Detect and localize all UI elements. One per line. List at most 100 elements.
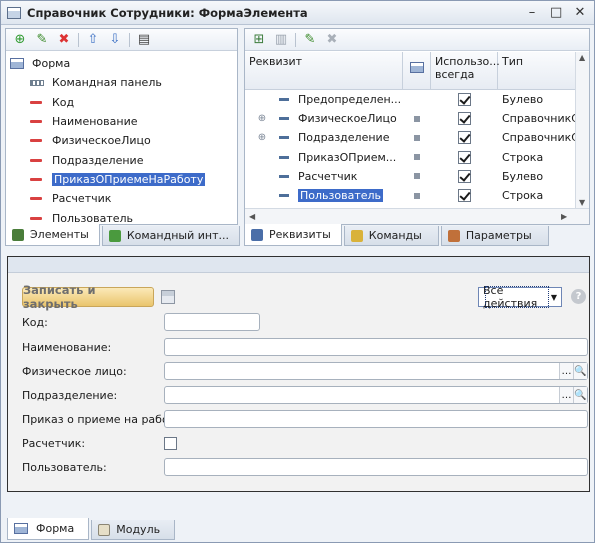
tree-item-kod[interactable]: Код	[6, 93, 237, 112]
attributes-panel: ⊞ ▥ ✎ ✖ Реквизит Использо... всегда Тип …	[244, 28, 590, 225]
column-header-icon[interactable]	[403, 52, 431, 89]
column-header-name[interactable]: Реквизит	[245, 52, 403, 89]
open-search-icon[interactable]: 🔍	[573, 387, 587, 403]
always-use-checkbox[interactable]	[458, 169, 471, 183]
help-icon[interactable]: ?	[571, 289, 586, 304]
tree-item-naimenovanie[interactable]: Наименование	[6, 112, 237, 131]
toolbar-separator	[78, 32, 79, 47]
tree-item-fizlico[interactable]: ФизическоеЛицо	[6, 131, 237, 150]
table-row[interactable]: ⊕ Подразделение СправочникСсь	[245, 128, 575, 147]
add-column-icon[interactable]: ▥	[273, 32, 289, 48]
polzovatel-input[interactable]	[164, 458, 588, 476]
naimenovanie-input[interactable]	[164, 338, 588, 356]
name-cell: Предопределен...	[279, 93, 403, 106]
delete-icon[interactable]: ✖	[56, 32, 72, 48]
always-use-checkbox[interactable]	[458, 189, 471, 203]
properties-icon[interactable]: ▤	[136, 32, 152, 48]
always-use-checkbox[interactable]	[458, 150, 471, 164]
always-use-checkbox[interactable]	[458, 112, 471, 126]
tab-attributes[interactable]: Реквизиты	[244, 224, 342, 246]
attributes-tab-icon	[251, 228, 263, 241]
scroll-left-icon[interactable]: ◀	[249, 212, 255, 221]
fizlico-input[interactable]: … 🔍	[164, 362, 588, 380]
attribute-name: ПриказОПрием...	[298, 150, 397, 164]
expand-icon[interactable]: ⊕	[245, 113, 279, 124]
attribute-name: ФизическоеЛицо	[298, 112, 397, 126]
edit-pencil-icon[interactable]: ✎	[34, 32, 50, 48]
delete-icon[interactable]: ✖	[324, 32, 340, 48]
tree-item-label: ПриказОПриемеНаРаботу	[52, 172, 206, 186]
column-label: Использо... всегда	[435, 55, 500, 81]
save-and-close-button[interactable]: Записать и закрыть	[22, 283, 154, 311]
field-icon	[30, 216, 42, 220]
tab-label: Команды	[368, 229, 422, 242]
attribute-type: СправочникСсь	[502, 112, 575, 126]
field-label-raschetchik: Расчетчик:	[22, 437, 86, 450]
move-down-icon[interactable]: ⇩	[107, 32, 123, 48]
tab-command-interface[interactable]: Командный инт...	[101, 226, 240, 246]
column-header-always[interactable]: Использо... всегда	[431, 52, 500, 89]
elements-tabs: Элементы Командный инт...	[5, 224, 242, 246]
minimize-icon[interactable]: –	[526, 6, 538, 19]
attributes-tabs: Реквизиты Команды Параметры	[244, 224, 551, 246]
raschetchik-checkbox[interactable]	[164, 437, 177, 450]
check-cell	[431, 169, 498, 183]
edit-pencil-icon[interactable]: ✎	[302, 32, 318, 48]
tree-item-label: ФизическоеЛицо	[52, 134, 151, 148]
maximize-icon[interactable]: □	[550, 6, 562, 19]
vertical-scrollbar[interactable]: ▲ ▼	[575, 52, 589, 208]
attributes-toolbar: ⊞ ▥ ✎ ✖	[245, 29, 589, 51]
elements-tree: Форма Командная панель Код Наименование …	[6, 52, 237, 225]
attribute-name: Расчетчик	[298, 169, 358, 183]
open-search-icon[interactable]: 🔍	[573, 363, 587, 379]
command-interface-tab-icon	[108, 229, 121, 242]
scroll-right-icon[interactable]: ▶	[561, 212, 567, 221]
tree-item-command-panel[interactable]: Командная панель	[6, 73, 237, 92]
column-label: Реквизит	[249, 55, 303, 68]
table-row[interactable]: Предопределен... Булево	[245, 90, 575, 109]
select-ellipsis-button[interactable]: …	[559, 387, 573, 403]
add-attribute-icon[interactable]: ⊞	[251, 32, 267, 48]
form-window-icon	[7, 6, 21, 19]
all-actions-dropdown[interactable]: Все действия ▼	[478, 284, 562, 310]
check-cell	[431, 150, 498, 164]
toolbar-separator	[295, 32, 296, 47]
tab-parameters[interactable]: Параметры	[440, 226, 549, 246]
window-controls: – □ ✕	[526, 6, 586, 19]
table-row[interactable]: ПриказОПрием... Строка	[245, 148, 575, 167]
always-use-checkbox[interactable]	[458, 93, 471, 107]
tree-item-podrazdelenie[interactable]: Подразделение	[6, 150, 237, 169]
scroll-up-icon[interactable]: ▲	[579, 53, 585, 62]
table-row[interactable]: Пользователь Строка	[245, 186, 575, 205]
move-up-icon[interactable]: ⇧	[85, 32, 101, 48]
field-icon	[30, 177, 42, 181]
tree-root[interactable]: Форма	[6, 54, 237, 73]
table-icon	[409, 62, 424, 73]
close-icon[interactable]: ✕	[574, 6, 586, 19]
add-icon[interactable]: ⊕	[12, 32, 28, 48]
tab-commands[interactable]: Команды	[343, 226, 439, 246]
tab-form[interactable]: Форма	[7, 518, 90, 540]
expand-icon[interactable]: ⊕	[245, 132, 279, 143]
column-header-type[interactable]: Тип	[498, 52, 575, 89]
horizontal-scrollbar[interactable]: ◀ ▶	[245, 208, 589, 224]
attribute-type: Булево	[502, 169, 544, 183]
field-icon	[30, 120, 42, 124]
tree-item-raschetchik[interactable]: Расчетчик	[6, 189, 237, 208]
table-row[interactable]: Расчетчик Булево	[245, 167, 575, 186]
attribute-name: Предопределен...	[298, 93, 402, 107]
tab-module[interactable]: Модуль	[91, 520, 176, 540]
table-row[interactable]: ⊕ ФизическоеЛицо СправочникСсь	[245, 109, 575, 128]
tree-item-prikaz[interactable]: ПриказОПриемеНаРаботу	[6, 170, 237, 189]
prikaz-input[interactable]	[164, 410, 588, 428]
tab-elements[interactable]: Элементы	[5, 224, 100, 246]
save-disk-icon[interactable]	[161, 290, 175, 304]
field-icon	[30, 139, 42, 143]
always-use-checkbox[interactable]	[458, 131, 471, 145]
name-cell: ФизическоеЛицо	[279, 112, 403, 125]
kod-input[interactable]	[164, 313, 260, 331]
select-ellipsis-button[interactable]: …	[559, 363, 573, 379]
attribute-icon	[279, 117, 289, 121]
scroll-down-icon[interactable]: ▼	[579, 198, 585, 207]
podrazdelenie-input[interactable]: … 🔍	[164, 386, 588, 404]
